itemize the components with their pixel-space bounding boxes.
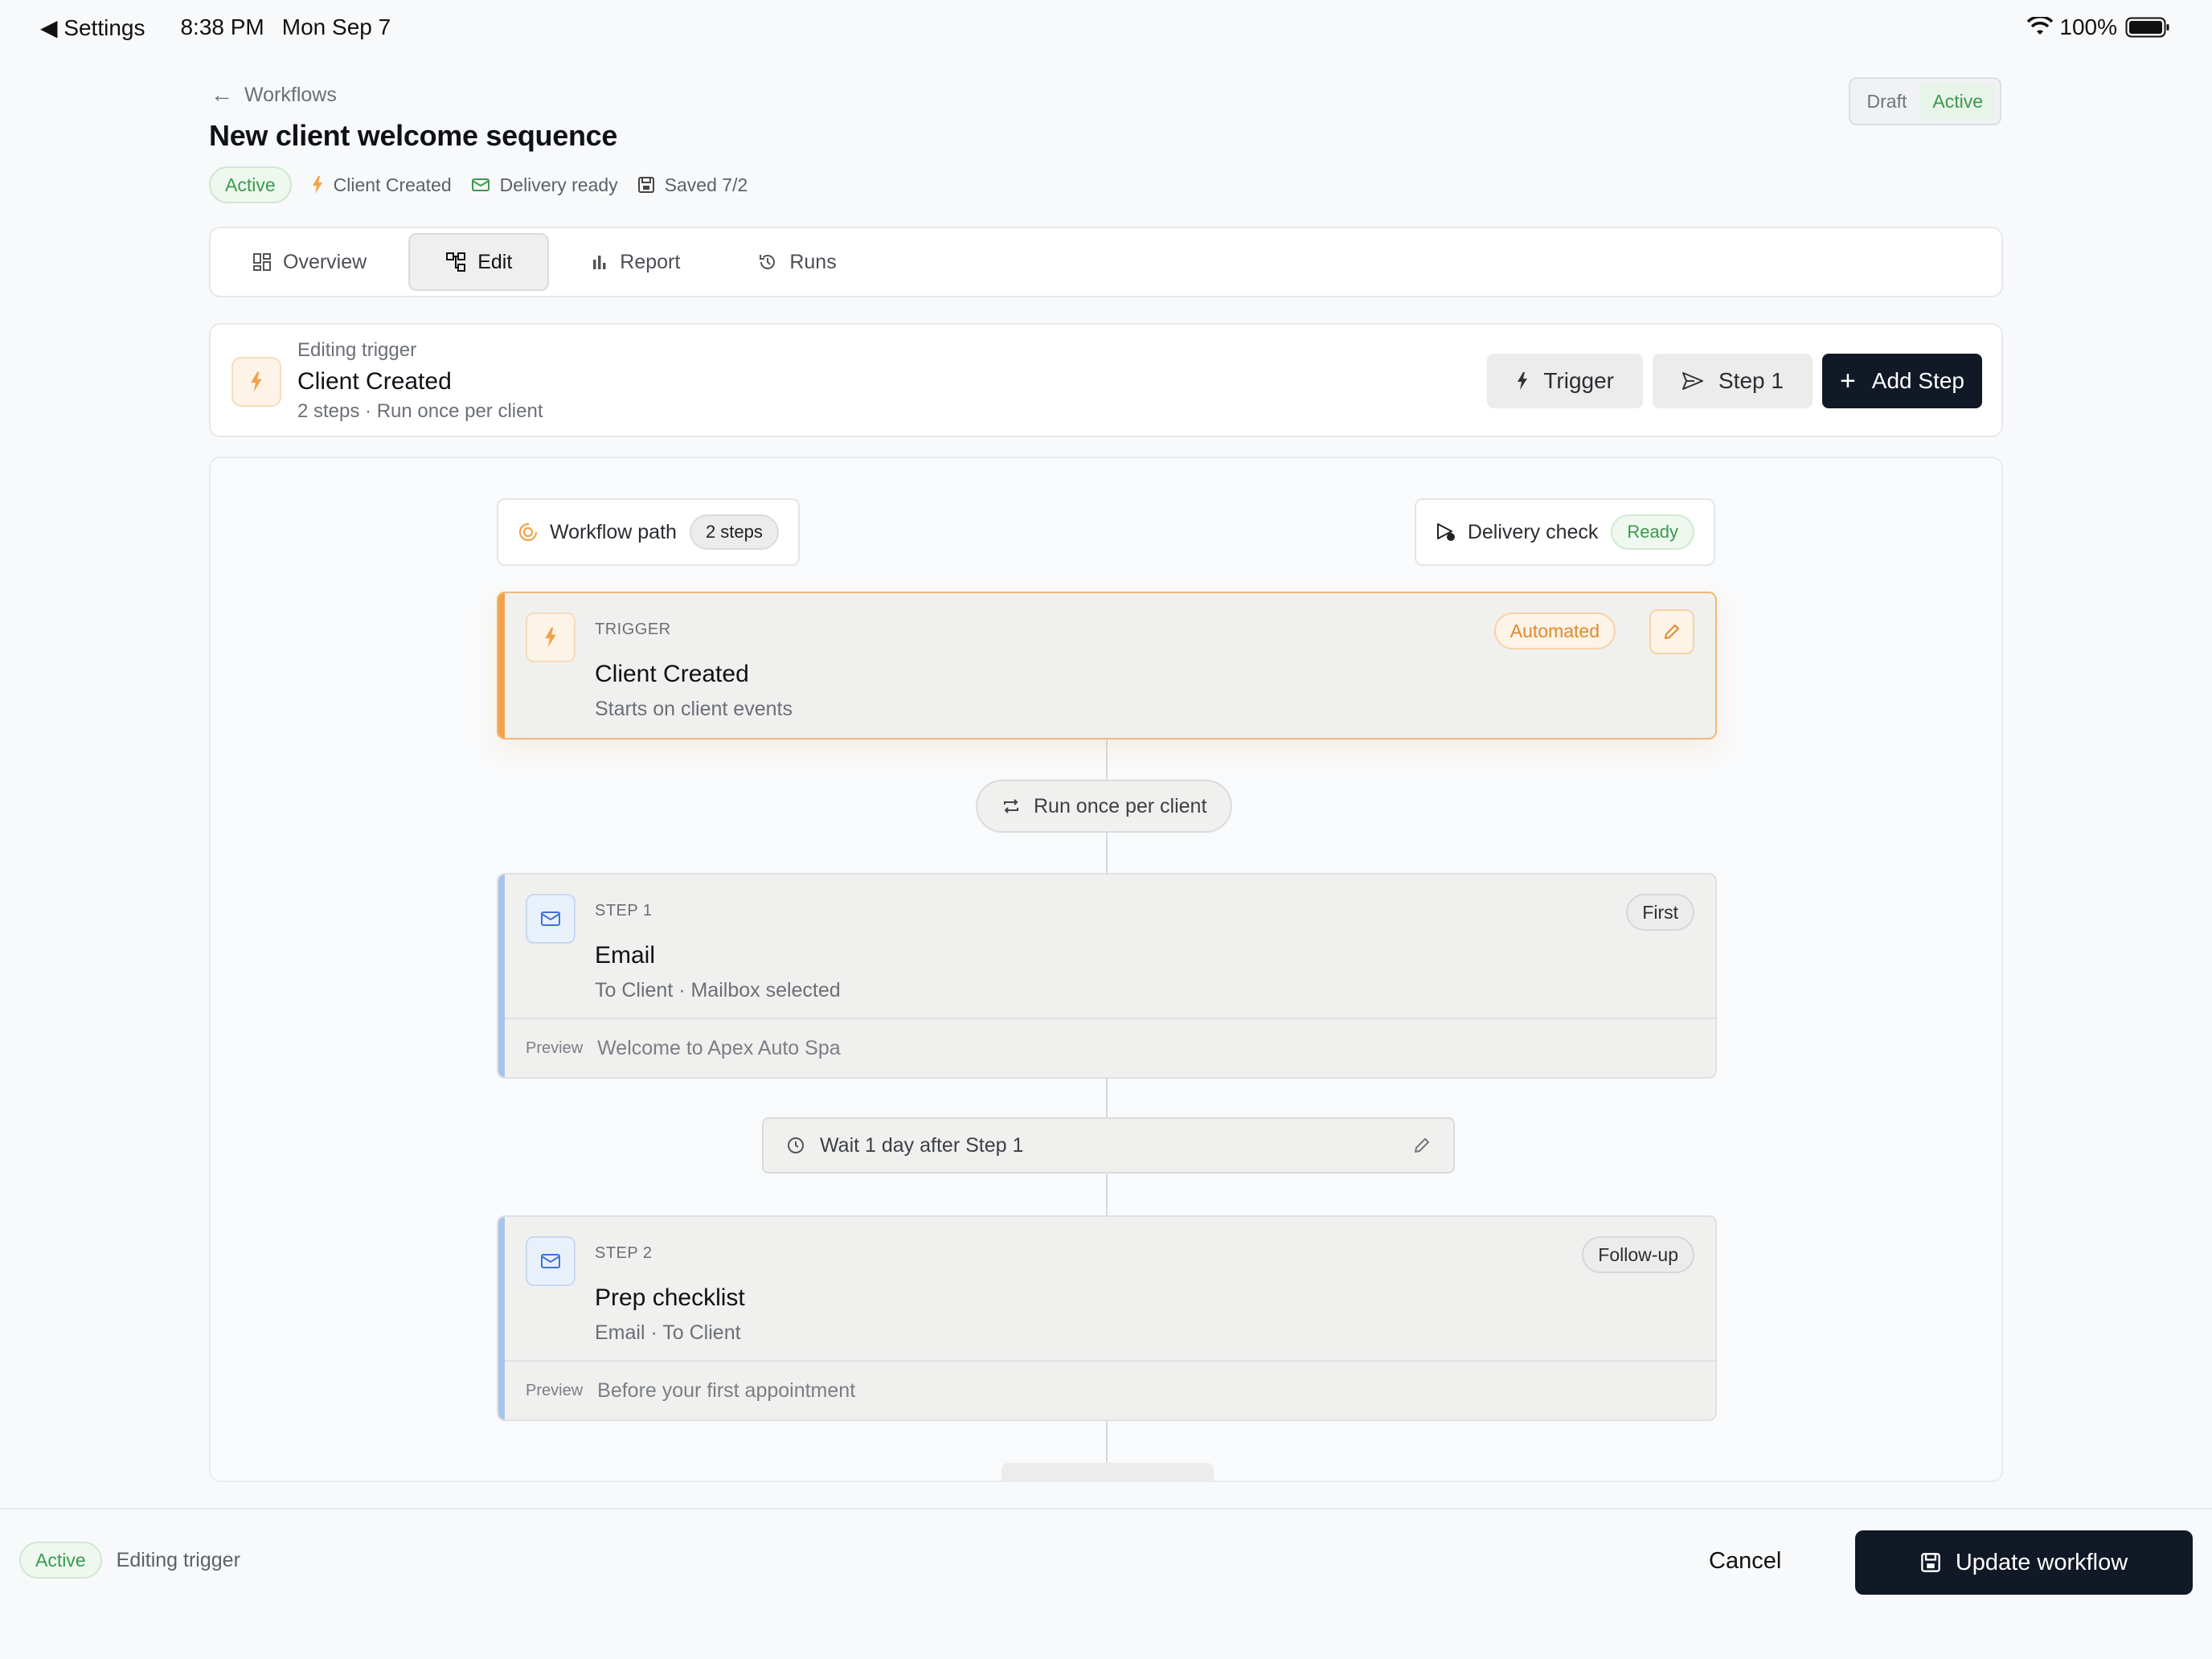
editing-title: Client Created bbox=[297, 368, 452, 395]
mail-icon-box bbox=[526, 894, 576, 944]
repeat-icon bbox=[1004, 799, 1018, 813]
card-accent bbox=[498, 875, 505, 1077]
preview-text: Before your first appointment bbox=[597, 1378, 856, 1402]
card-title: Prep checklist bbox=[595, 1284, 745, 1311]
footer-status: Active Editing trigger bbox=[19, 1542, 240, 1579]
step2-preview: Preview Before your first appointment bbox=[505, 1360, 1715, 1419]
delivery-check-chip: Delivery check Ready bbox=[1414, 498, 1715, 566]
battery-icon bbox=[2125, 17, 2169, 38]
toggle-active[interactable]: Active bbox=[1919, 83, 1996, 120]
wait-delay-bar[interactable]: Wait 1 day after Step 1 bbox=[762, 1117, 1455, 1174]
tab-bar: Overview Edit Report Runs bbox=[209, 227, 2003, 297]
header-meta: Active Client Created Delivery ready Sav… bbox=[209, 166, 748, 204]
send-icon bbox=[1682, 372, 1703, 390]
trigger-card[interactable]: TRIGGER Client Created Starts on client … bbox=[497, 592, 1717, 739]
back-to-settings[interactable]: ◀ Settings bbox=[40, 14, 162, 41]
delivery-check-icon bbox=[1436, 523, 1455, 541]
tab-report[interactable]: Report bbox=[555, 233, 715, 291]
grid-icon bbox=[253, 253, 271, 271]
mail-check-icon bbox=[471, 178, 490, 191]
delivery-ready-pill: Ready bbox=[1611, 514, 1694, 550]
card-subtitle: Email · To Client bbox=[595, 1321, 741, 1344]
bottom-action-bar: Active Editing trigger Cancel Update wor… bbox=[0, 1508, 2212, 1659]
wifi-icon bbox=[2027, 17, 2054, 35]
step1-card[interactable]: STEP 1 Email To Client · Mailbox selecte… bbox=[497, 873, 1717, 1079]
meta-saved: Saved 7/2 bbox=[637, 174, 748, 196]
card-accent bbox=[498, 593, 505, 738]
draft-active-toggle: Draft Active bbox=[1848, 77, 2001, 125]
mail-icon bbox=[541, 1254, 560, 1268]
editing-kicker: Editing trigger bbox=[297, 339, 417, 361]
footer-mode: Editing trigger bbox=[116, 1548, 240, 1571]
first-badge: First bbox=[1626, 894, 1694, 931]
next-add-placeholder[interactable] bbox=[1002, 1463, 1214, 1481]
arrow-left-icon: ← bbox=[211, 82, 233, 107]
card-subtitle: Starts on client events bbox=[595, 698, 793, 720]
trigger-button[interactable]: Trigger bbox=[1487, 354, 1643, 408]
bolt-icon bbox=[545, 627, 556, 648]
tab-runs[interactable]: Runs bbox=[722, 233, 871, 291]
bolt-icon bbox=[312, 176, 322, 194]
step-count-pill: 2 steps bbox=[689, 514, 779, 550]
card-title: Client Created bbox=[595, 661, 749, 687]
card-subtitle: To Client · Mailbox selected bbox=[595, 979, 841, 1002]
card-kicker: TRIGGER bbox=[595, 621, 671, 638]
bolt-icon bbox=[251, 371, 262, 392]
preview-text: Welcome to Apex Auto Spa bbox=[597, 1036, 841, 1059]
card-title: Email bbox=[595, 942, 656, 969]
save-icon bbox=[637, 177, 654, 193]
step1-preview: Preview Welcome to Apex Auto Spa bbox=[505, 1018, 1715, 1077]
history-icon bbox=[760, 255, 776, 269]
status-badge: Active bbox=[19, 1542, 102, 1579]
status-date: Mon Sep 7 bbox=[281, 14, 391, 39]
follow-up-badge: Follow-up bbox=[1582, 1236, 1694, 1273]
cancel-button[interactable]: Cancel bbox=[1709, 1548, 1781, 1575]
update-workflow-button[interactable]: Update workflow bbox=[1855, 1530, 2193, 1595]
add-step-button[interactable]: + Add Step bbox=[1821, 354, 1982, 408]
meta-trigger: Client Created bbox=[311, 174, 452, 196]
save-icon bbox=[1920, 1553, 1940, 1572]
card-kicker: STEP 1 bbox=[595, 902, 653, 920]
page-title: New client welcome sequence bbox=[209, 119, 618, 152]
editing-subtitle: 2 steps · Run once per client bbox=[297, 400, 543, 422]
workflow-canvas: Workflow path 2 steps Delivery check Rea… bbox=[209, 457, 2003, 1482]
bar-chart-icon bbox=[593, 256, 606, 269]
editing-buttons: Trigger Step 1 + Add Step bbox=[1477, 354, 1982, 408]
mail-icon bbox=[541, 911, 560, 926]
trigger-icon-box bbox=[526, 612, 576, 662]
status-badge: Active bbox=[209, 166, 292, 203]
pencil-icon[interactable] bbox=[1413, 1137, 1431, 1154]
plus-icon: + bbox=[1839, 366, 1856, 396]
bolt-icon bbox=[1518, 372, 1528, 390]
preview-label: Preview bbox=[526, 1381, 584, 1399]
toggle-draft[interactable]: Draft bbox=[1854, 83, 1920, 120]
status-time: 8:38 PM bbox=[180, 14, 264, 39]
target-icon bbox=[518, 522, 538, 542]
card-kicker: STEP 2 bbox=[595, 1244, 653, 1262]
workflow-icon bbox=[446, 252, 466, 272]
trigger-icon-box bbox=[231, 357, 281, 407]
editing-trigger-bar: Editing trigger Client Created 2 steps ·… bbox=[209, 323, 2003, 437]
edit-trigger-button[interactable] bbox=[1649, 609, 1694, 654]
workflow-path-chip: Workflow path 2 steps bbox=[497, 498, 800, 566]
run-rule-pill[interactable]: Run once per client bbox=[976, 780, 1233, 833]
pencil-icon bbox=[1665, 625, 1679, 639]
step2-card[interactable]: STEP 2 Prep checklist Email · To Client … bbox=[497, 1215, 1717, 1421]
tab-edit[interactable]: Edit bbox=[408, 233, 550, 291]
battery-percent: 100% bbox=[2059, 14, 2117, 39]
meta-delivery: Delivery ready bbox=[471, 174, 618, 196]
status-bar: ◀ Settings 8:38 PM Mon Sep 7 bbox=[40, 11, 408, 43]
clock-icon bbox=[788, 1137, 804, 1153]
status-bar-right: 100% bbox=[2027, 11, 2170, 43]
step1-button[interactable]: Step 1 bbox=[1652, 354, 1813, 408]
preview-label: Preview bbox=[526, 1038, 584, 1057]
automated-badge: Automated bbox=[1493, 612, 1616, 649]
tab-overview[interactable]: Overview bbox=[217, 233, 402, 291]
mail-icon-box bbox=[526, 1236, 576, 1286]
back-to-workflows-link[interactable]: ← Workflows bbox=[211, 82, 337, 108]
card-accent bbox=[498, 1217, 505, 1419]
